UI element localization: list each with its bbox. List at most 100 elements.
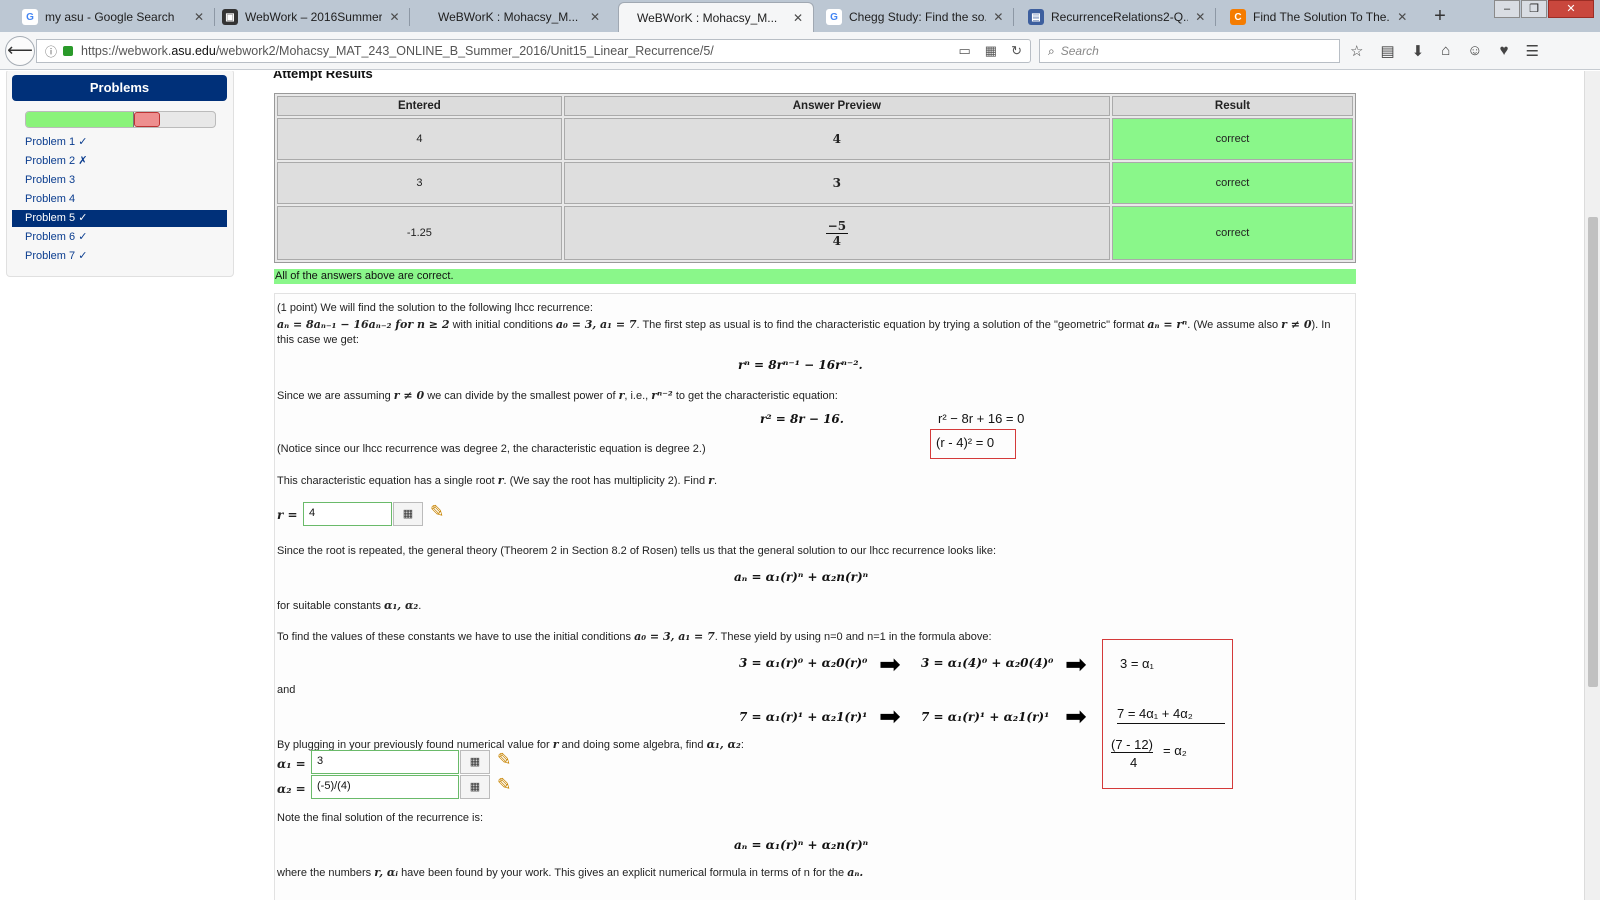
equation-editor-button[interactable]: ▦ [460, 775, 490, 799]
page-content: Problems Problem 1 ✓ Problem 2 ✗ Problem… [0, 71, 1584, 900]
minimize-icon[interactable]: – [1494, 0, 1520, 18]
problem-find-values: To find the values of these constants we… [277, 630, 992, 643]
chegg-icon: C [1230, 9, 1246, 25]
sidebar-item-problem-6[interactable]: Problem 6 ✓ [12, 229, 227, 246]
problem-body: (1 point) We will find the solution to t… [274, 293, 1356, 900]
vertical-scrollbar[interactable] [1584, 71, 1600, 900]
window-controls: – ❐ ✕ [1494, 0, 1595, 22]
close-tab-icon[interactable]: ✕ [388, 10, 401, 24]
equation-editor-button[interactable]: ▦ [393, 502, 423, 526]
tab-webwork-summer[interactable]: ▣ WebWork – 2016Summer... ✕ [214, 2, 409, 32]
close-window-icon[interactable]: ✕ [1548, 0, 1594, 18]
weblogo-icon: ▣ [222, 9, 238, 25]
grid-icon: ▦ [469, 756, 481, 768]
equation-n1: 7 = α₁(r)¹ + α₂1(r)¹ [739, 710, 868, 724]
grid-icon: ▦ [402, 508, 414, 520]
problems-header[interactable]: Problems [12, 75, 227, 101]
reader-view-icon[interactable]: ▭ [959, 43, 971, 59]
arrow-right-icon: ➡ [1065, 649, 1087, 679]
progress-incorrect [133, 112, 161, 127]
sidebar-item-problem-5[interactable]: Problem 5 ✓ [12, 210, 227, 227]
equation-rn: rⁿ = 8rⁿ⁻¹ − 16rⁿ⁻². [738, 358, 863, 372]
problem-since-repeated: Since the root is repeated, the general … [277, 545, 997, 557]
problem-where-numbers: where the numbers r, αᵢ have been found … [277, 866, 864, 879]
annotation-char-factored: (r - 4)² = 0 [936, 435, 995, 450]
close-tab-icon[interactable]: ✕ [791, 11, 805, 25]
reload-icon[interactable]: ↻ [1011, 43, 1022, 59]
alpha1-label: α₁ = [277, 757, 306, 771]
restore-icon[interactable]: ❐ [1521, 0, 1547, 18]
tab-webwork-mohacsy-1[interactable]: WeBWorK : Mohacsy_M... ✕ [430, 2, 610, 32]
problem-suitable-constants: for suitable constants α₁, α₂. [277, 599, 422, 612]
bookmark-star-icon[interactable]: ☆ [1350, 42, 1363, 60]
pencil-icon[interactable]: ✎ [497, 750, 511, 770]
problem-intro: (1 point) We will find the solution to t… [277, 302, 593, 314]
characteristic-equation: r² = 8r − 16. [760, 412, 844, 426]
table-row: -1.25 −5 4 correct [277, 206, 1353, 260]
sidebar-item-problem-3[interactable]: Problem 3 [12, 172, 227, 189]
arrow-right-icon: ➡ [1065, 701, 1087, 731]
alpha2-label: α₂ = [277, 782, 306, 796]
equation-n0: 3 = α₁(r)⁰ + α₂0(r)⁰ [739, 656, 868, 670]
annotation-result-frac-den: 4 [1130, 755, 1138, 770]
tab-webwork-mohacsy-active[interactable]: WeBWorK : Mohacsy_M... ✕ [618, 2, 814, 32]
url-text[interactable]: https://webwork.asu.edu/webwork2/Mohacsy… [81, 44, 714, 58]
tab-google-search[interactable]: G my asu - Google Search ✕ [14, 2, 214, 32]
scrollbar-thumb[interactable] [1588, 217, 1598, 687]
close-tab-icon[interactable]: ✕ [1396, 10, 1409, 24]
tab-chegg-study[interactable]: G Chegg Study: Find the so... ✕ [818, 2, 1013, 32]
back-button[interactable]: ⟵ [5, 36, 35, 66]
table-row: 3 3 correct [277, 162, 1353, 204]
general-solution: aₙ = α₁(r)ⁿ + α₂n(r)ⁿ [734, 570, 869, 584]
arrow-right-icon: ➡ [879, 649, 901, 679]
problem-divide-line: Since we are assuming r ≠ 0 we can divid… [277, 389, 838, 402]
problem-this-case: this case we get: [277, 334, 359, 346]
alpha1-answer-input[interactable]: 3 [311, 750, 459, 774]
entered-cell: 4 [277, 118, 562, 160]
new-tab-button[interactable]: + [1428, 3, 1452, 29]
pencil-icon[interactable]: ✎ [497, 775, 511, 795]
sidebar-item-problem-2[interactable]: Problem 2 ✗ [12, 153, 227, 170]
google-icon: G [22, 9, 38, 25]
sidebar-item-problem-7[interactable]: Problem 7 ✓ [12, 248, 227, 265]
tab-chegg-find-solution[interactable]: C Find The Solution To The... ✕ [1222, 2, 1417, 32]
library-icon[interactable]: ▤ [1380, 42, 1394, 60]
annotation-sub-n1: 7 = α₁(r)¹ + α₂1(r)¹ [921, 710, 1050, 724]
progress-bar [25, 111, 216, 128]
problem-notice: (Notice since our lhcc recurrence was de… [277, 443, 706, 455]
grid-icon: ▦ [469, 781, 481, 793]
problem-single-root: This characteristic equation has a singl… [277, 474, 717, 487]
pocket-icon[interactable]: ♥ [1500, 42, 1509, 60]
close-tab-icon[interactable]: ✕ [1194, 10, 1207, 24]
close-tab-icon[interactable]: ✕ [192, 10, 206, 24]
pencil-icon[interactable]: ✎ [430, 502, 444, 522]
sidebar-item-problem-4[interactable]: Problem 4 [12, 191, 227, 208]
doc-icon: ▤ [1028, 9, 1044, 25]
sidebar-item-problem-1[interactable]: Problem 1 ✓ [12, 134, 227, 151]
close-tab-icon[interactable]: ✕ [588, 10, 602, 24]
alpha2-answer-input[interactable]: (-5)/(4) [311, 775, 459, 799]
r-answer-label: r = [277, 508, 298, 522]
annotation-result-frac-num: (7 - 12) [1111, 737, 1153, 753]
tab-recurrence-relations[interactable]: ▤ RecurrenceRelations2-Q... ✕ [1020, 2, 1215, 32]
progress-correct [26, 112, 134, 127]
problem-recurrence-line: aₙ = 8aₙ₋₁ − 16aₙ₋₂ for n ≥ 2 with initi… [277, 318, 1331, 331]
menu-icon[interactable]: ☰ [1526, 42, 1539, 60]
problem-and: and [277, 684, 296, 696]
table-row: 4 4 correct [277, 118, 1353, 160]
result-cell: correct [1111, 206, 1353, 260]
info-icon[interactable]: ⓘ [45, 43, 57, 60]
final-solution: aₙ = α₁(r)ⁿ + α₂n(r)ⁿ [734, 838, 869, 852]
download-icon[interactable]: ⬇ [1412, 42, 1425, 60]
results-table: Entered Answer Preview Result 4 4 correc… [274, 93, 1356, 263]
home-icon[interactable]: ⌂ [1441, 42, 1450, 60]
equation-editor-button[interactable]: ▦ [460, 750, 490, 774]
search-input[interactable]: ⌕ Search [1039, 39, 1340, 63]
chat-icon[interactable]: ☺ [1467, 42, 1482, 60]
preview-cell: 4 [563, 118, 1110, 160]
url-bar[interactable]: ⓘ https://webwork.asu.edu/webwork2/Mohac… [36, 39, 1031, 63]
r-answer-input[interactable]: 4 [303, 502, 392, 526]
results-header-row: Entered Answer Preview Result [277, 96, 1353, 116]
close-tab-icon[interactable]: ✕ [992, 10, 1005, 24]
addon-icon[interactable]: ▦ [985, 43, 997, 59]
